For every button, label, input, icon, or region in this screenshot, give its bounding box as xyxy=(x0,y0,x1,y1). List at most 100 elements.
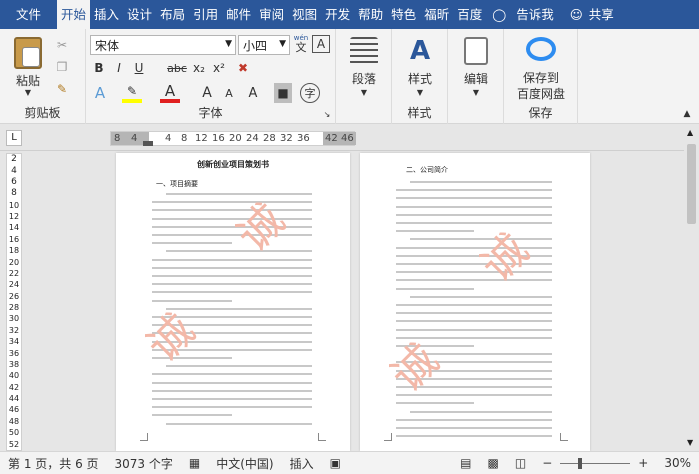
edit-button[interactable]: 编辑 xyxy=(452,69,500,87)
italic-button[interactable]: I xyxy=(110,59,128,77)
vertical-scrollbar[interactable]: ▲ ▼ xyxy=(684,124,699,451)
zoom-out-icon[interactable]: − xyxy=(534,456,560,470)
character-border-icon[interactable]: A xyxy=(312,35,330,53)
text-line xyxy=(152,406,312,409)
subscript-button[interactable]: x₂ xyxy=(190,59,208,77)
text-line xyxy=(396,189,552,192)
tab-view[interactable]: 视图 xyxy=(288,0,321,29)
zoom-slider[interactable] xyxy=(560,457,631,469)
edit-icon[interactable] xyxy=(464,37,488,65)
print-layout-icon[interactable]: ▩ xyxy=(480,456,507,470)
copy-icon[interactable]: ❐ xyxy=(54,59,70,75)
styles-icon[interactable]: A xyxy=(406,35,434,67)
zoom-in-icon[interactable]: + xyxy=(630,456,656,470)
vruler-tick: 26 xyxy=(8,291,20,301)
tab-foxit[interactable]: 福昕 xyxy=(420,0,453,29)
shrink-font-button[interactable]: A xyxy=(220,83,238,103)
underline-button[interactable]: U xyxy=(130,59,148,77)
tab-help[interactable]: 帮助 xyxy=(354,0,387,29)
tell-me-label[interactable]: 告诉我 xyxy=(512,0,558,29)
paste-dropdown-icon[interactable]: ▼ xyxy=(20,87,36,97)
chevron-down-icon[interactable]: ▼ xyxy=(225,39,232,49)
chevron-down-icon[interactable]: ▼ xyxy=(468,87,484,97)
tab-baidu[interactable]: 百度 xyxy=(453,0,486,29)
highlight-color-icon[interactable]: ✎ xyxy=(122,83,142,103)
word-count[interactable]: 3073 个字 xyxy=(107,455,181,472)
character-shading-icon[interactable]: ■ xyxy=(274,83,292,103)
grow-font-button[interactable]: A xyxy=(198,83,216,103)
person-icon[interactable]: ☺ xyxy=(558,0,585,29)
chevron-down-icon[interactable]: ▼ xyxy=(412,87,428,97)
font-size-select[interactable]: 小四 ▼ xyxy=(238,35,290,55)
vertical-ruler[interactable]: 2 4 6 8 10 12 14 16 18 20 22 24 26 28 30… xyxy=(6,153,22,451)
scroll-up-icon[interactable]: ▲ xyxy=(687,128,693,137)
tab-special[interactable]: 特色 xyxy=(387,0,420,29)
read-mode-icon[interactable]: ▤ xyxy=(452,456,479,470)
save-to-cloud-button-line1[interactable]: 保存到 xyxy=(506,69,576,85)
collapse-ribbon-icon[interactable]: ▲ xyxy=(680,107,694,121)
web-layout-icon[interactable]: ◫ xyxy=(507,456,534,470)
clipboard-group: 粘贴 ▼ ✂ ❐ ✎ 剪贴板 xyxy=(0,29,86,124)
font-name-select[interactable]: 宋体 ▼ xyxy=(90,35,236,55)
proofing-icon[interactable]: ▦ xyxy=(181,456,208,470)
chevron-down-icon[interactable]: ▼ xyxy=(279,39,286,49)
document-page-2[interactable]: 二、公司简介 诚 诚 xyxy=(360,153,590,451)
styles-button[interactable]: 样式 xyxy=(396,69,444,87)
document-page-1[interactable]: 创新创业项目策划书 一、项目摘要 诚 诚 xyxy=(116,153,350,451)
cut-icon[interactable]: ✂ xyxy=(54,37,70,53)
text-line xyxy=(396,279,552,282)
text-line xyxy=(166,365,312,368)
ruler-tick: 32 xyxy=(280,133,293,144)
margin-corner xyxy=(560,433,568,441)
ruler-tick: 16 xyxy=(212,133,225,144)
share-button[interactable]: 共享 xyxy=(585,0,618,29)
tab-mailings[interactable]: 邮件 xyxy=(222,0,255,29)
tab-review[interactable]: 审阅 xyxy=(255,0,288,29)
superscript-button[interactable]: x² xyxy=(210,59,228,77)
lightbulb-icon[interactable]: ◯ xyxy=(486,0,512,29)
tab-developer[interactable]: 开发 xyxy=(321,0,354,29)
text-effects-button[interactable]: A xyxy=(90,83,110,103)
language[interactable]: 中文(中国) xyxy=(208,455,281,472)
tab-selector-icon[interactable]: L xyxy=(6,130,22,146)
strikethrough-button[interactable]: abc xyxy=(166,59,188,77)
font-color-button[interactable]: A xyxy=(160,82,180,103)
enclose-character-icon[interactable]: 字 xyxy=(300,83,320,103)
text-line xyxy=(166,422,312,425)
insert-mode[interactable]: 插入 xyxy=(282,455,322,472)
macro-record-icon[interactable]: ▣ xyxy=(322,456,349,470)
paragraph-button[interactable]: 段落 xyxy=(340,69,388,87)
save-to-cloud-button-line2[interactable]: 百度网盘 xyxy=(506,85,576,101)
ribbon-tabs: 文件 开始 插入 设计 布局 引用 邮件 审阅 视图 开发 帮助 特色 福昕 百… xyxy=(0,0,699,29)
text-line xyxy=(152,258,312,261)
tab-references[interactable]: 引用 xyxy=(189,0,222,29)
tab-design[interactable]: 设计 xyxy=(123,0,156,29)
paragraph-icon[interactable] xyxy=(350,37,378,65)
tab-file[interactable]: 文件 xyxy=(0,0,57,29)
text-line xyxy=(152,389,312,392)
tab-insert[interactable]: 插入 xyxy=(90,0,123,29)
scroll-down-icon[interactable]: ▼ xyxy=(687,438,693,447)
zoom-level[interactable]: 30% xyxy=(656,456,699,470)
scrollbar-thumb[interactable] xyxy=(687,144,696,224)
format-painter-icon[interactable]: ✎ xyxy=(54,81,70,97)
ruler-tick: 20 xyxy=(229,133,242,144)
page-count[interactable]: 第 1 页，共 6 页 xyxy=(0,455,107,472)
ruler-bar: L 8 4 4 8 12 16 20 24 28 32 36 42 46 xyxy=(0,124,699,151)
baidu-cloud-icon[interactable] xyxy=(526,37,556,61)
paragraph-group: 段落 ▼ xyxy=(336,29,392,124)
change-case-button[interactable]: A xyxy=(244,83,262,103)
phonetic-guide-icon[interactable]: wén 文 xyxy=(292,33,310,55)
clear-format-icon[interactable]: ✖ xyxy=(234,59,252,77)
bold-button[interactable]: B xyxy=(90,59,108,77)
vruler-tick: 22 xyxy=(8,268,20,278)
text-line xyxy=(152,398,312,400)
horizontal-ruler[interactable]: 8 4 4 8 12 16 20 24 28 32 36 42 46 xyxy=(110,131,356,146)
chevron-down-icon[interactable]: ▼ xyxy=(356,87,372,97)
tab-home[interactable]: 开始 xyxy=(57,0,91,29)
indent-marker-icon[interactable] xyxy=(143,141,153,146)
font-dialog-launcher-icon[interactable]: ↘ xyxy=(322,109,332,119)
text-line xyxy=(410,295,552,298)
text-line xyxy=(166,193,312,195)
tab-layout[interactable]: 布局 xyxy=(156,0,189,29)
